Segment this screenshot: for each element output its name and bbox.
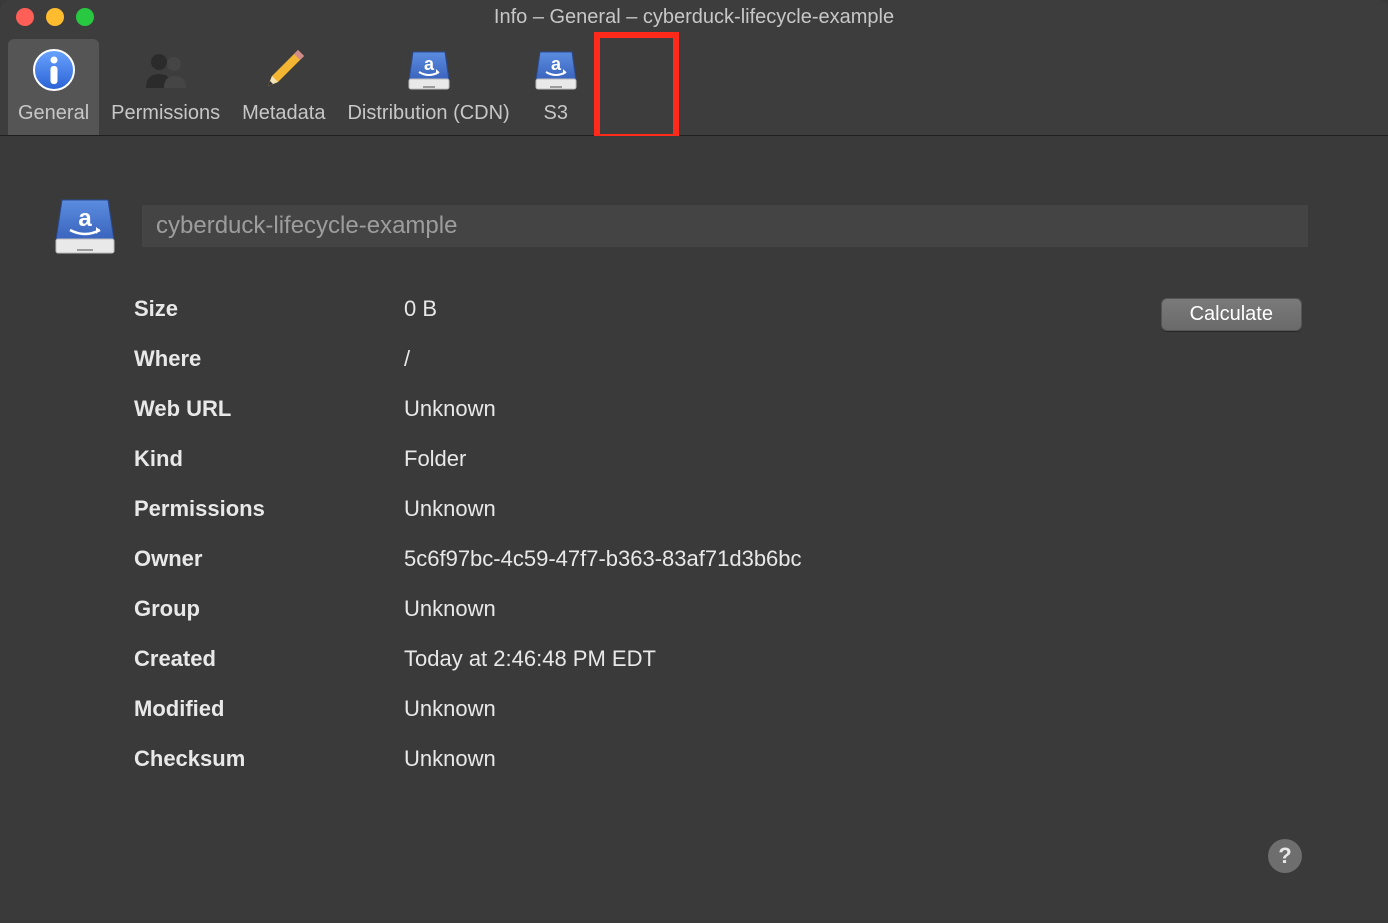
minimize-button[interactable]	[46, 8, 64, 26]
label-where: Where	[134, 346, 404, 372]
label-permissions: Permissions	[134, 496, 404, 522]
value-where: /	[404, 346, 1308, 372]
label-size: Size	[134, 296, 404, 322]
titlebar[interactable]: Info – General – cyberduck-lifecycle-exa…	[0, 0, 1388, 34]
value-checksum: Unknown	[404, 746, 1308, 772]
s3-drive-icon	[532, 46, 580, 94]
value-permissions: Unknown	[404, 496, 1308, 522]
pencil-icon	[260, 46, 308, 94]
tab-s3[interactable]: S3	[522, 39, 590, 135]
info-window: Info – General – cyberduck-lifecycle-exa…	[0, 0, 1388, 923]
row-checksum: Checksum Unknown	[134, 746, 1308, 772]
maximize-button[interactable]	[76, 8, 94, 26]
label-checksum: Checksum	[134, 746, 404, 772]
label-modified: Modified	[134, 696, 404, 722]
general-panel: Calculate Size 0 B Where / Web URL Unkno…	[0, 136, 1388, 923]
close-button[interactable]	[16, 8, 34, 26]
label-group: Group	[134, 596, 404, 622]
toolbar: General Permissions Metadata Distributio…	[0, 34, 1388, 136]
row-group: Group Unknown	[134, 596, 1308, 622]
row-where: Where /	[134, 346, 1308, 372]
window-controls	[0, 8, 94, 26]
tab-permissions[interactable]: Permissions	[101, 39, 230, 135]
tab-label: Metadata	[242, 102, 325, 125]
label-kind: Kind	[134, 446, 404, 472]
row-modified: Modified Unknown	[134, 696, 1308, 722]
row-owner: Owner 5c6f97bc-4c59-47f7-b363-83af71d3b6…	[134, 546, 1308, 572]
tab-general[interactable]: General	[8, 39, 99, 135]
label-owner: Owner	[134, 546, 404, 572]
label-created: Created	[134, 646, 404, 672]
info-icon	[30, 46, 78, 94]
tab-label: S3	[543, 102, 567, 125]
value-web-url: Unknown	[404, 396, 1308, 422]
value-created: Today at 2:46:48 PM EDT	[404, 646, 1308, 672]
row-kind: Kind Folder	[134, 446, 1308, 472]
s3-drive-icon	[405, 46, 453, 94]
window-title: Info – General – cyberduck-lifecycle-exa…	[494, 6, 894, 29]
tab-label: General	[18, 102, 89, 125]
row-size: Size 0 B	[134, 296, 1308, 322]
value-group: Unknown	[404, 596, 1308, 622]
row-permissions: Permissions Unknown	[134, 496, 1308, 522]
row-created: Created Today at 2:46:48 PM EDT	[134, 646, 1308, 672]
value-owner: 5c6f97bc-4c59-47f7-b363-83af71d3b6bc	[404, 546, 1308, 572]
label-web-url: Web URL	[134, 396, 404, 422]
help-button[interactable]: ?	[1268, 839, 1302, 873]
s3-drive-icon	[50, 196, 120, 256]
row-web-url: Web URL Unknown	[134, 396, 1308, 422]
properties-list: Size 0 B Where / Web URL Unknown Kind Fo…	[134, 296, 1308, 772]
value-kind: Folder	[404, 446, 1308, 472]
tab-label: Permissions	[111, 102, 220, 125]
tab-distribution-cdn[interactable]: Distribution (CDN)	[337, 39, 519, 135]
bucket-name-input[interactable]	[142, 205, 1308, 247]
people-icon	[142, 46, 190, 94]
calculate-button[interactable]: Calculate	[1161, 298, 1302, 331]
tab-metadata[interactable]: Metadata	[232, 39, 335, 135]
name-row	[50, 196, 1308, 256]
annotation-highlight	[594, 32, 679, 140]
value-modified: Unknown	[404, 696, 1308, 722]
tab-label: Distribution (CDN)	[347, 102, 509, 125]
